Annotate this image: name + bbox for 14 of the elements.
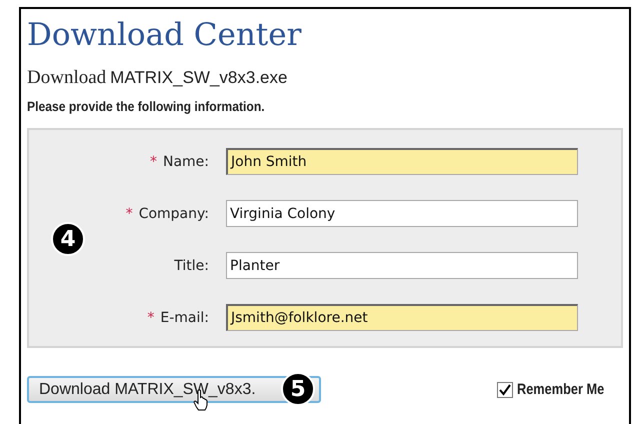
subtitle-text: Download — [27, 67, 106, 88]
field-label: Name: — [162, 154, 209, 170]
required-mark: * — [150, 154, 157, 170]
callout-badge: 4 — [51, 222, 85, 256]
page-title: Download Center — [27, 16, 302, 55]
file-name: MATRIX_SW_v8x3.exe — [110, 68, 288, 87]
required-mark: * — [126, 206, 133, 222]
field-label: Title: — [174, 258, 209, 274]
checkbox-label: Remember Me — [517, 381, 605, 398]
field-label: Company: — [138, 206, 209, 222]
field-label: E-mail: — [160, 310, 209, 326]
required-mark: * — [147, 310, 154, 326]
callout-badge: 5 — [281, 372, 315, 406]
instruction-text: Please provide the following information. — [27, 99, 266, 114]
